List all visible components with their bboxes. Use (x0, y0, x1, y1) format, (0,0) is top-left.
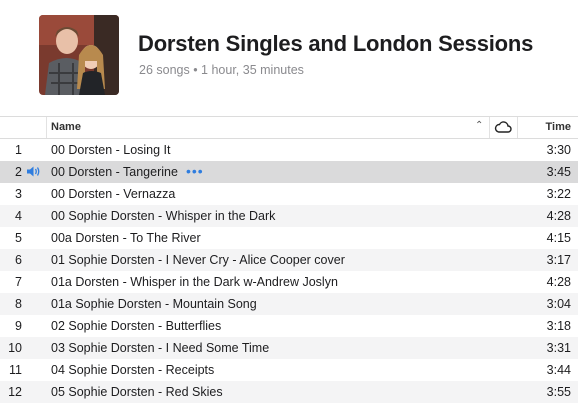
track-number: 9 (15, 319, 22, 333)
track-row[interactable]: 10 03 Sophie Dorsten - I Need Some Time … (0, 337, 578, 359)
track-time: 3:04 (546, 297, 571, 311)
playlist-summary: 26 songs • 1 hour, 35 minutes (139, 63, 304, 77)
track-time: 3:31 (546, 341, 571, 355)
track-name: 04 Sophie Dorsten - Receipts (51, 363, 215, 377)
chevron-up-icon[interactable]: ⌃ (475, 120, 483, 131)
track-row[interactable]: 3 00 Dorsten - Vernazza 3:22 (0, 183, 578, 205)
track-time: 3:18 (546, 319, 571, 333)
track-name: 01a Dorsten - Whisper in the Dark w-Andr… (51, 275, 338, 289)
track-number: 5 (15, 231, 22, 245)
track-row[interactable]: 9 02 Sophie Dorsten - Butterflies 3:18 (0, 315, 578, 337)
track-row[interactable]: 5 00a Dorsten - To The River 4:15 (0, 227, 578, 249)
track-row[interactable]: 1 00 Dorsten - Losing It 3:30 (0, 139, 578, 161)
track-name: 05 Sophie Dorsten - Red Skies (51, 385, 223, 399)
cloud-icon[interactable] (494, 120, 512, 137)
track-name: 02 Sophie Dorsten - Butterflies (51, 319, 222, 333)
playlist-artwork[interactable] (39, 15, 119, 95)
track-row[interactable]: 6 01 Sophie Dorsten - I Never Cry - Alic… (0, 249, 578, 271)
track-name: 01a Sophie Dorsten - Mountain Song (51, 297, 257, 311)
track-table: Name ⌃ Time 1 00 Dorsten - Losing It 3:3… (0, 116, 578, 403)
track-number: 7 (15, 275, 22, 289)
track-row[interactable]: 4 00 Sophie Dorsten - Whisper in the Dar… (0, 205, 578, 227)
track-time: 3:17 (546, 253, 571, 267)
track-row[interactable]: 2 00 Dorsten - Tangerine ••• 3:45 (0, 161, 578, 183)
track-name: 03 Sophie Dorsten - I Need Some Time (51, 341, 270, 355)
track-time: 4:28 (546, 209, 571, 223)
track-number: 2 (15, 165, 22, 179)
track-name: 00 Dorsten - Vernazza (51, 187, 176, 201)
track-name: 00a Dorsten - To The River (51, 231, 201, 245)
track-row[interactable]: 12 05 Sophie Dorsten - Red Skies 3:55 (0, 381, 578, 403)
track-name: 01 Sophie Dorsten - I Never Cry - Alice … (51, 253, 345, 267)
table-header: Name ⌃ Time (0, 116, 578, 139)
track-number: 1 (15, 143, 22, 157)
track-time: 3:45 (546, 165, 571, 179)
speaker-playing-icon[interactable] (26, 165, 41, 181)
track-time: 3:55 (546, 385, 571, 399)
track-time: 3:44 (546, 363, 571, 377)
track-number: 4 (15, 209, 22, 223)
column-header-time[interactable]: Time (546, 121, 571, 133)
playlist-header: Dorsten Singles and London Sessions 26 s… (0, 0, 578, 116)
track-number: 12 (8, 385, 22, 399)
track-name: 00 Dorsten - Tangerine (51, 165, 178, 179)
column-header-name[interactable]: Name (51, 121, 81, 133)
track-row[interactable]: 8 01a Sophie Dorsten - Mountain Song 3:0… (0, 293, 578, 315)
track-row[interactable]: 11 04 Sophie Dorsten - Receipts 3:44 (0, 359, 578, 381)
more-dots-icon[interactable]: ••• (186, 163, 204, 179)
playlist-title: Dorsten Singles and London Sessions (138, 31, 534, 56)
track-row[interactable]: 7 01a Dorsten - Whisper in the Dark w-An… (0, 271, 578, 293)
track-number: 10 (8, 341, 22, 355)
track-name: 00 Sophie Dorsten - Whisper in the Dark (51, 209, 276, 223)
track-time: 3:22 (546, 187, 571, 201)
track-name: 00 Dorsten - Losing It (51, 143, 171, 157)
track-number: 8 (15, 297, 22, 311)
track-time: 3:30 (546, 143, 571, 157)
track-number: 3 (15, 187, 22, 201)
track-time: 4:15 (546, 231, 571, 245)
track-time: 4:28 (546, 275, 571, 289)
track-number: 6 (15, 253, 22, 267)
track-number: 11 (9, 363, 22, 377)
